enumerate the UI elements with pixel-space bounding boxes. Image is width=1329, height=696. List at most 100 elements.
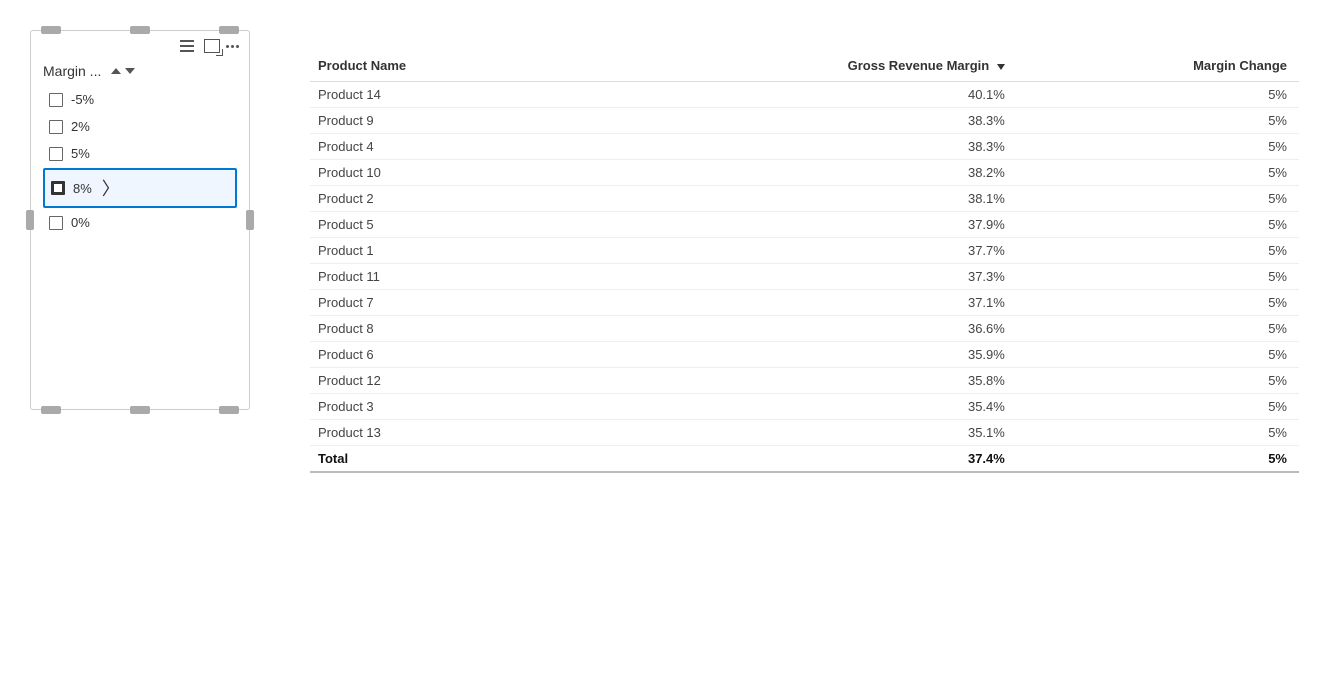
resize-handle-top-left[interactable] <box>41 26 61 34</box>
cell-change-3: 5% <box>1017 160 1299 186</box>
cell-change-13: 5% <box>1017 420 1299 446</box>
panel-top-icons <box>37 39 243 53</box>
sort-descending-icon[interactable] <box>125 68 135 74</box>
checkbox-0[interactable] <box>49 93 63 107</box>
cell-product-12: Product 3 <box>310 394 578 420</box>
table-row: Product 9 38.3% 5% <box>310 108 1299 134</box>
col-header-margin[interactable]: Gross Revenue Margin <box>578 50 1017 82</box>
cell-change-7: 5% <box>1017 264 1299 290</box>
cell-margin-13: 35.1% <box>578 420 1017 446</box>
resize-handle-bottom-left[interactable] <box>41 406 61 414</box>
checkbox-1[interactable] <box>49 120 63 134</box>
more-options-icon[interactable] <box>226 45 239 48</box>
cell-product-6: Product 1 <box>310 238 578 264</box>
table-row: Product 5 37.9% 5% <box>310 212 1299 238</box>
table-row: Product 12 35.8% 5% <box>310 368 1299 394</box>
resize-handle-right[interactable] <box>246 210 254 230</box>
table-row: Product 2 38.1% 5% <box>310 186 1299 212</box>
col-header-change: Margin Change <box>1017 50 1299 82</box>
cell-change-11: 5% <box>1017 368 1299 394</box>
panel-header: Margin ... <box>37 59 243 87</box>
table-header-row: Product Name Gross Revenue Margin Margin… <box>310 50 1299 82</box>
table-row: Product 10 38.2% 5% <box>310 160 1299 186</box>
cell-product-0: Product 14 <box>310 82 578 108</box>
table-row: Product 11 37.3% 5% <box>310 264 1299 290</box>
col-header-product: Product Name <box>310 50 578 82</box>
table-row: Product 6 35.9% 5% <box>310 342 1299 368</box>
resize-handle-left[interactable] <box>26 210 34 230</box>
cell-margin-10: 35.9% <box>578 342 1017 368</box>
filter-item-1[interactable]: 2% <box>43 114 237 139</box>
total-label: Total <box>310 446 578 473</box>
cell-change-6: 5% <box>1017 238 1299 264</box>
filter-item-0[interactable]: -5% <box>43 87 237 112</box>
checkbox-3[interactable] <box>51 181 65 195</box>
table-row: Product 13 35.1% 5% <box>310 420 1299 446</box>
filter-item-4[interactable]: 0% <box>43 210 237 235</box>
cell-product-9: Product 8 <box>310 316 578 342</box>
cell-margin-8: 37.1% <box>578 290 1017 316</box>
data-table: Product Name Gross Revenue Margin Margin… <box>310 50 1299 473</box>
table-row: Product 14 40.1% 5% <box>310 82 1299 108</box>
resize-handle-bottom-right[interactable] <box>219 406 239 414</box>
cell-change-9: 5% <box>1017 316 1299 342</box>
filter-label-2: 5% <box>71 146 90 161</box>
cell-margin-9: 36.6% <box>578 316 1017 342</box>
cell-product-10: Product 6 <box>310 342 578 368</box>
sort-ascending-icon[interactable] <box>111 68 121 74</box>
total-change: 5% <box>1017 446 1299 473</box>
cell-margin-7: 37.3% <box>578 264 1017 290</box>
filter-label-0: -5% <box>71 92 94 107</box>
checkbox-2[interactable] <box>49 147 63 161</box>
filter-label-3: 8% <box>73 181 92 196</box>
filter-label-1: 2% <box>71 119 90 134</box>
resize-handle-top-right[interactable] <box>219 26 239 34</box>
table-row: Product 1 37.7% 5% <box>310 238 1299 264</box>
cell-margin-11: 35.8% <box>578 368 1017 394</box>
cell-change-10: 5% <box>1017 342 1299 368</box>
cell-product-1: Product 9 <box>310 108 578 134</box>
cell-change-1: 5% <box>1017 108 1299 134</box>
cell-change-5: 5% <box>1017 212 1299 238</box>
filter-item-3[interactable]: 8% 〉 <box>43 168 237 208</box>
cell-margin-5: 37.9% <box>578 212 1017 238</box>
resize-handle-bottom-center[interactable] <box>130 406 150 414</box>
filter-panel: Margin ... -5% 2% 5% 8% 〉 0% <box>30 30 250 410</box>
resize-handle-top-center[interactable] <box>130 26 150 34</box>
cell-change-2: 5% <box>1017 134 1299 160</box>
sort-icons <box>111 68 135 74</box>
cell-product-3: Product 10 <box>310 160 578 186</box>
sort-arrow-icon <box>997 64 1005 70</box>
cell-product-8: Product 7 <box>310 290 578 316</box>
table-row: Product 3 35.4% 5% <box>310 394 1299 420</box>
cell-product-13: Product 13 <box>310 420 578 446</box>
table-row: Product 7 37.1% 5% <box>310 290 1299 316</box>
cell-change-12: 5% <box>1017 394 1299 420</box>
table-row: Product 4 38.3% 5% <box>310 134 1299 160</box>
cell-change-4: 5% <box>1017 186 1299 212</box>
cell-margin-12: 35.4% <box>578 394 1017 420</box>
cell-margin-2: 38.3% <box>578 134 1017 160</box>
resize-icon[interactable] <box>204 39 220 53</box>
cell-product-11: Product 12 <box>310 368 578 394</box>
filter-label-4: 0% <box>71 215 90 230</box>
cell-product-2: Product 4 <box>310 134 578 160</box>
cursor-hand-icon: 〉 <box>102 175 120 201</box>
data-table-container: Product Name Gross Revenue Margin Margin… <box>310 50 1299 473</box>
table-row: Product 8 36.6% 5% <box>310 316 1299 342</box>
cell-margin-0: 40.1% <box>578 82 1017 108</box>
cell-change-0: 5% <box>1017 82 1299 108</box>
cell-product-7: Product 11 <box>310 264 578 290</box>
filter-item-2[interactable]: 5% <box>43 141 237 166</box>
cell-product-4: Product 2 <box>310 186 578 212</box>
cell-product-5: Product 5 <box>310 212 578 238</box>
lines-icon[interactable] <box>180 40 194 52</box>
total-margin: 37.4% <box>578 446 1017 473</box>
table-total-row: Total 37.4% 5% <box>310 446 1299 473</box>
cell-change-8: 5% <box>1017 290 1299 316</box>
panel-title: Margin ... <box>43 63 101 79</box>
checkbox-4[interactable] <box>49 216 63 230</box>
cell-margin-4: 38.1% <box>578 186 1017 212</box>
cell-margin-6: 37.7% <box>578 238 1017 264</box>
filter-items: -5% 2% 5% 8% 〉 0% <box>37 87 243 235</box>
